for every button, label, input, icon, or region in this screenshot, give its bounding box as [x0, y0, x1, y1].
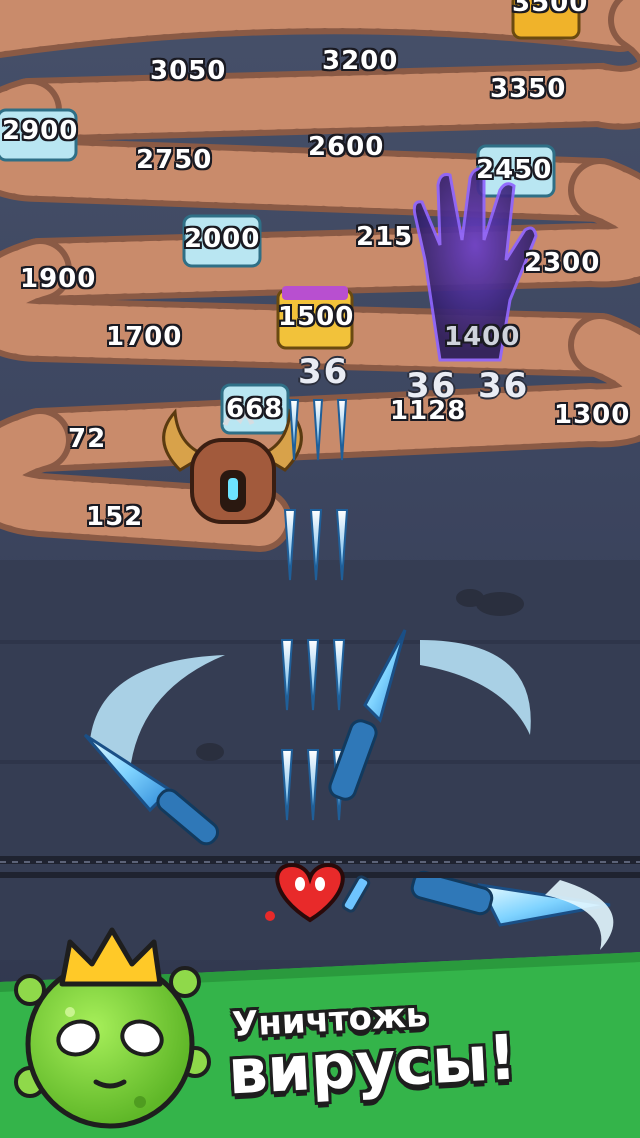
snake-score-label: 1400 [444, 322, 521, 352]
snake-score-label: 2300 [524, 248, 601, 278]
snake-score-label: 3200 [322, 46, 399, 76]
damage-number: 36 [478, 366, 530, 406]
snake-score-label: 72 [68, 424, 107, 454]
snake-score-label: 1900 [20, 264, 97, 294]
snake-score-label: 668 [226, 394, 284, 424]
snake-score-label: 2900 [2, 116, 79, 146]
snake-score-label: 2750 [136, 145, 213, 175]
snake-score-label: 2600 [308, 132, 385, 162]
snake-score-label: 2000 [184, 224, 261, 254]
snake-score-label: 1500 [278, 302, 355, 332]
snake-score-label: 3050 [150, 56, 227, 86]
snake-score-label: 2450 [476, 155, 553, 185]
damage-number: 36 [298, 352, 350, 392]
snake-score-label: 1300 [554, 400, 631, 430]
snake-score-label: 3500 [512, 0, 589, 18]
snake-score-label: 1700 [106, 322, 183, 352]
banner-line-2: вирусы! [226, 1020, 519, 1109]
damage-number: 36 [406, 366, 458, 406]
snake-score-label: 215 [356, 222, 414, 252]
snake-score-label: 3350 [490, 74, 567, 104]
crowned-virus-mascot-icon [14, 927, 211, 1129]
game-screen: 3500 3050 3200 3350 2900 2750 2600 2450 … [0, 0, 640, 1138]
snake-score-label: 152 [86, 502, 144, 532]
